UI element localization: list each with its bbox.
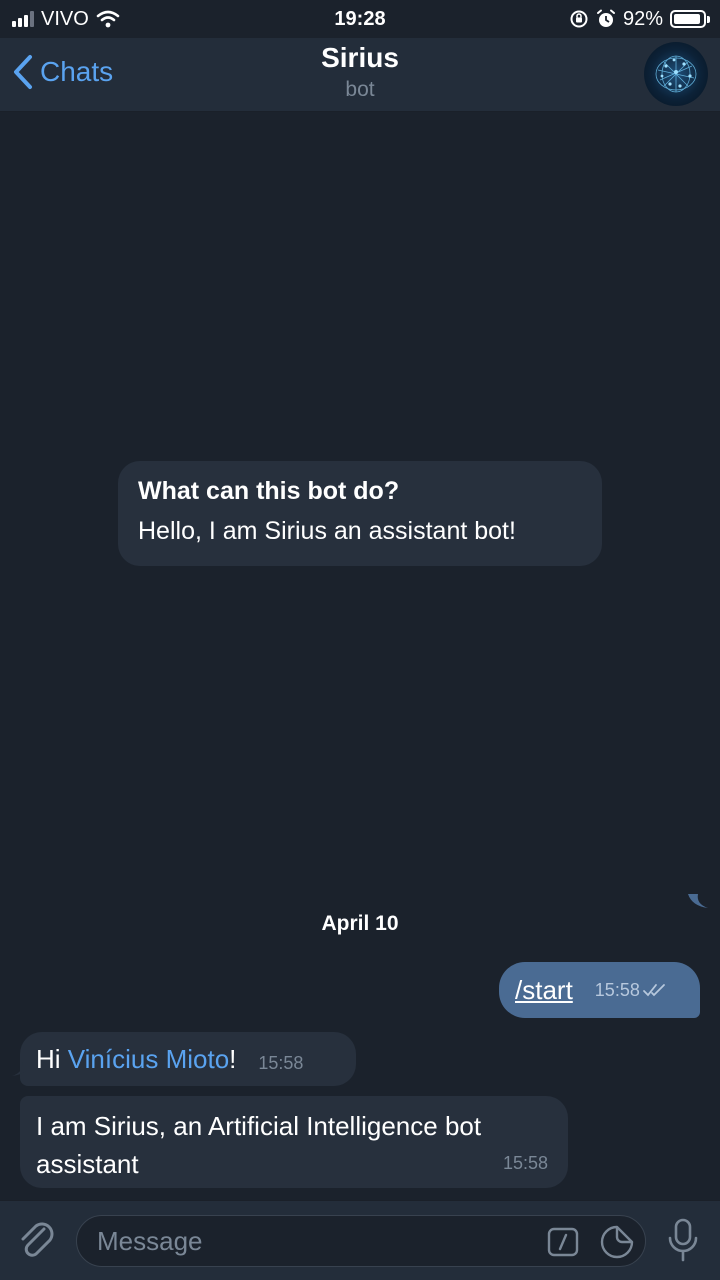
message-field[interactable]	[76, 1215, 646, 1267]
composer-bar	[0, 1200, 720, 1280]
chat-title-block[interactable]: Sirius bot	[200, 42, 520, 102]
chat-subtitle: bot	[345, 78, 375, 101]
message-text: Hi Vinícius Mioto!	[36, 1043, 237, 1074]
back-label: Chats	[40, 56, 114, 87]
bot-info-card: What can this bot do? Hello, I am Sirius…	[118, 461, 602, 566]
microphone-icon[interactable]	[666, 1217, 700, 1263]
outgoing-message[interactable]: /start 15:58	[499, 962, 700, 1018]
chat-title: Sirius	[321, 42, 399, 73]
wifi-icon	[96, 10, 120, 28]
status-bar: VIVO 19:28 92%	[0, 0, 720, 38]
bot-avatar[interactable]	[644, 42, 708, 106]
paperclip-icon[interactable]	[14, 1217, 60, 1263]
message-text-line: assistant	[36, 1149, 139, 1179]
carrier-name: VIVO	[41, 7, 89, 30]
bot-info-description: Hello, I am Sirius an assistant bot!	[138, 517, 516, 545]
command-link[interactable]: /start	[515, 975, 573, 1006]
incoming-bubble-tail	[12, 1062, 32, 1076]
status-right: 92%	[569, 7, 710, 31]
message-text-line: I am Sirius, an Artificial Intelligence …	[36, 1111, 482, 1141]
incoming-message[interactable]: Hi Vinícius Mioto! 15:58	[20, 1032, 356, 1086]
message-time: 15:58	[502, 1153, 548, 1173]
battery-percent: 92%	[622, 7, 663, 30]
date-separator: April 10	[321, 912, 399, 935]
bot-info-title: What can this bot do?	[138, 477, 400, 505]
message-list[interactable]: What can this bot do? Hello, I am Sirius…	[0, 112, 720, 1200]
brain-network-avatar-icon	[655, 55, 697, 93]
message-time: 15:58	[258, 1052, 304, 1073]
incoming-message[interactable]: I am Sirius, an Artificial Intelligence …	[20, 1096, 568, 1188]
message-input[interactable]	[97, 1216, 537, 1266]
orientation-lock-icon	[570, 10, 588, 28]
bot-command-icon[interactable]	[547, 1227, 579, 1257]
battery-level-fill	[674, 14, 700, 24]
status-left: VIVO	[12, 8, 120, 31]
telegram-chat-screen: VIVO 19:28 92% Chats Sirius bot What can…	[0, 0, 720, 1280]
signal-icon	[12, 11, 34, 27]
sticker-icon[interactable]	[599, 1224, 635, 1260]
chevron-left-icon	[14, 55, 32, 89]
battery-icon	[670, 10, 710, 28]
user-mention-link[interactable]: Vinícius Mioto	[68, 1044, 229, 1074]
outgoing-bubble-tail	[688, 894, 708, 908]
alarm-icon	[596, 9, 615, 27]
chat-header: Chats Sirius bot	[0, 38, 720, 112]
message-time: 15:58	[595, 980, 668, 1001]
double-check-icon	[642, 984, 665, 997]
back-button[interactable]: Chats	[12, 54, 113, 90]
